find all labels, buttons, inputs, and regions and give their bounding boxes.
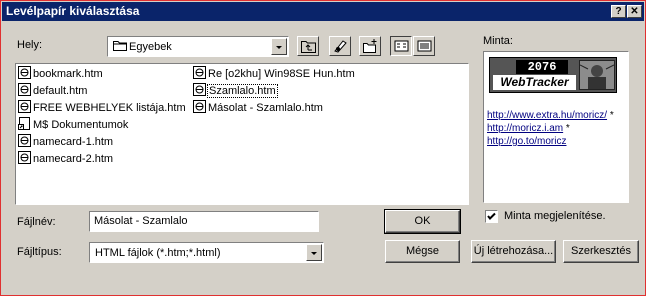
file-list[interactable]: bookmark.htm default.htm FREE WEBHELYEK … bbox=[15, 63, 469, 205]
list-view-button[interactable] bbox=[390, 36, 412, 56]
file-item[interactable]: Re [o2khu] Win98SE Hun.htm bbox=[193, 66, 355, 82]
preview-link[interactable]: http://www.extra.hu/moricz/ bbox=[487, 110, 607, 121]
preview-links: http://www.extra.hu/moricz/ * http://mor… bbox=[487, 110, 614, 147]
preview-label: Minta: bbox=[483, 35, 513, 47]
webtracker-banner: 2076 WebTracker bbox=[489, 57, 617, 93]
file-item-selected[interactable]: Szamlalo.htm bbox=[193, 83, 278, 99]
html-file-icon bbox=[193, 83, 206, 96]
filetype-value: HTML fájlok (*.htm;*.html) bbox=[95, 247, 221, 259]
title-bar[interactable]: Levélpapír kiválasztása ? ✕ bbox=[2, 2, 644, 21]
file-item[interactable]: bookmark.htm bbox=[18, 66, 103, 82]
up-folder-button[interactable] bbox=[297, 36, 319, 56]
shortcut-file-icon bbox=[18, 117, 31, 130]
show-preview-label[interactable]: Minta megjelenítése. bbox=[504, 210, 606, 222]
preview-link[interactable]: http://go.to/moricz bbox=[487, 136, 566, 147]
new-folder-button[interactable] bbox=[359, 36, 381, 56]
html-file-icon bbox=[18, 66, 31, 79]
show-preview-checkbox[interactable] bbox=[485, 210, 498, 223]
html-file-icon bbox=[18, 151, 31, 164]
location-dropdown-arrow[interactable] bbox=[271, 38, 287, 55]
close-button[interactable]: ✕ bbox=[627, 5, 642, 18]
edit-button[interactable]: Szerkesztés bbox=[563, 240, 639, 263]
banner-image bbox=[579, 60, 615, 90]
banner-number: 2076 bbox=[516, 60, 568, 74]
file-item[interactable]: namecard-1.htm bbox=[18, 134, 113, 150]
new-button[interactable]: Új létrehozása... bbox=[471, 240, 556, 263]
banner-text: WebTracker bbox=[493, 75, 576, 90]
file-item[interactable]: M$ Dokumentumok bbox=[18, 117, 128, 133]
filename-input[interactable]: Másolat - Szamlalo bbox=[89, 211, 319, 232]
window-title: Levélpapír kiválasztása bbox=[6, 4, 140, 18]
cancel-button[interactable]: Mégse bbox=[385, 240, 460, 263]
details-view-button[interactable] bbox=[413, 36, 435, 56]
filetype-dropdown-arrow[interactable] bbox=[306, 244, 322, 261]
html-file-icon bbox=[193, 66, 206, 79]
dialog-window: Levélpapír kiválasztása ? ✕ Hely: Egyebe… bbox=[0, 0, 646, 296]
filetype-combo[interactable]: HTML fájlok (*.htm;*.html) bbox=[89, 242, 324, 263]
preview-pane: 2076 WebTracker http://www.extra.hu/mori… bbox=[483, 51, 629, 203]
filetype-label: Fájltípus: bbox=[17, 246, 62, 258]
html-file-icon bbox=[193, 100, 206, 113]
folder-icon bbox=[113, 40, 127, 51]
file-item[interactable]: namecard-2.htm bbox=[18, 151, 113, 167]
location-value: Egyebek bbox=[129, 41, 172, 53]
ok-button[interactable]: OK bbox=[384, 209, 461, 234]
desktop-button[interactable] bbox=[329, 36, 351, 56]
html-file-icon bbox=[18, 134, 31, 147]
html-file-icon bbox=[18, 83, 31, 96]
file-item[interactable]: Másolat - Szamlalo.htm bbox=[193, 100, 323, 116]
file-item[interactable]: default.htm bbox=[18, 83, 87, 99]
html-file-icon bbox=[18, 100, 31, 113]
check-mark-icon bbox=[487, 212, 496, 220]
filename-label: Fájlnév: bbox=[17, 216, 56, 228]
location-label: Hely: bbox=[17, 39, 43, 51]
preview-link[interactable]: http://moricz.i.am bbox=[487, 123, 563, 134]
help-button[interactable]: ? bbox=[611, 5, 626, 18]
file-item[interactable]: FREE WEBHELYEK listája.htm bbox=[18, 100, 186, 116]
location-combo[interactable]: Egyebek bbox=[107, 36, 289, 57]
